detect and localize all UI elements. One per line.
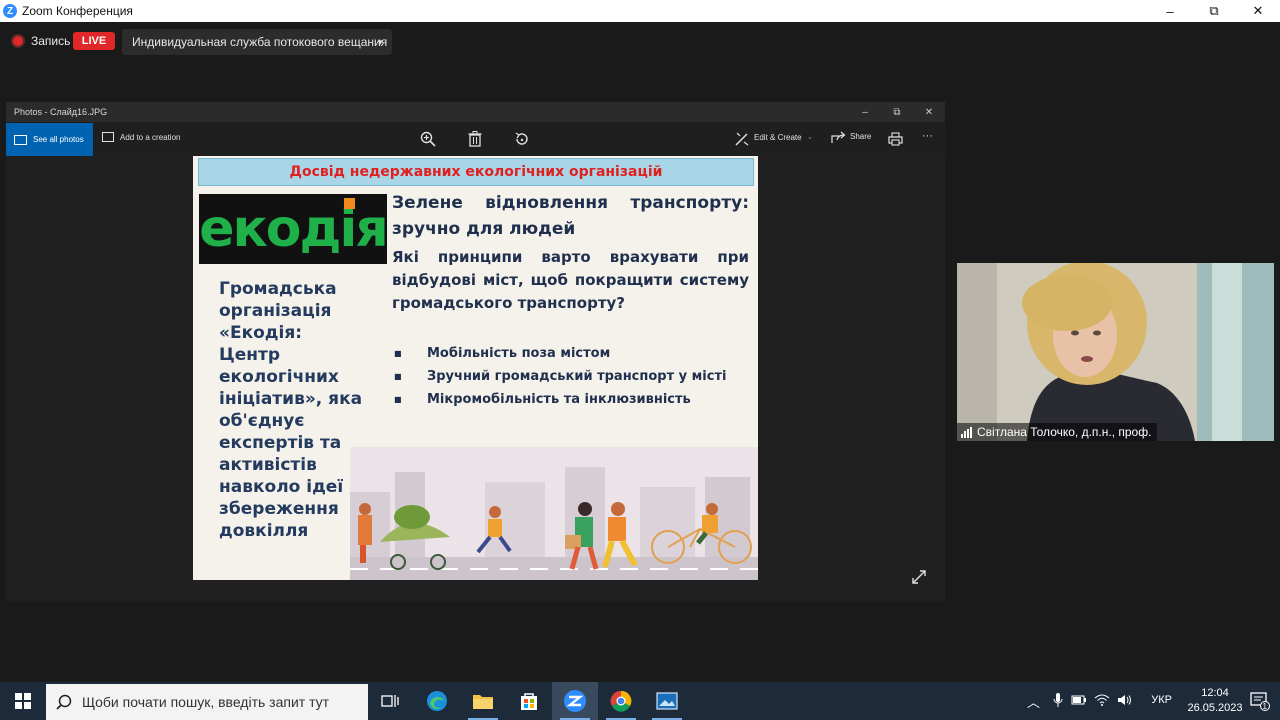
share-button[interactable]: Share xyxy=(850,132,871,141)
edge-icon xyxy=(427,691,447,711)
zoom-titlebar: Z Zoom Конференция – ⧉ ✕ xyxy=(0,0,1280,22)
add-to-creation-button[interactable]: Add to a creation xyxy=(102,132,180,142)
battery-icon[interactable] xyxy=(1071,694,1087,709)
clock-date: 26.05.2023 xyxy=(1187,702,1243,714)
share-icon xyxy=(829,128,847,146)
participant-name-label: Світлана Толочко, д.п.н., проф. xyxy=(957,423,1158,441)
file-explorer-app[interactable] xyxy=(460,682,506,720)
window-controls: – ⧉ ✕ xyxy=(1148,0,1280,22)
print-icon[interactable] xyxy=(886,130,904,148)
expand-icon[interactable] xyxy=(912,570,926,589)
slide-heading: Зелене відновлення транспорту: зручно дл… xyxy=(392,193,749,239)
store-icon xyxy=(521,693,537,710)
rotate-icon[interactable] xyxy=(513,130,531,148)
chevron-down-icon[interactable]: ⌄ xyxy=(807,133,813,141)
stream-service-dropdown[interactable]: Индивидуальная служба потокового вещания… xyxy=(122,29,392,55)
meeting-status-bar: Запись LIVE Индивидуальная служба потоко… xyxy=(0,22,1280,60)
photos-restore-button[interactable]: ⧉ xyxy=(881,102,913,122)
photos-titlebar: Photos - Слайд16.JPG – ⧉ ✕ xyxy=(6,102,945,122)
edge-app[interactable] xyxy=(414,682,460,720)
photos-app[interactable] xyxy=(644,682,690,720)
taskbar-search-input[interactable]: Щоби почати пошук, введіть запит тут xyxy=(46,684,368,720)
add-creation-icon xyxy=(102,132,114,142)
zoom-app[interactable] xyxy=(552,682,598,720)
clock[interactable]: 12:04 26.05.2023 xyxy=(1180,686,1250,716)
bullet-icon: ■ xyxy=(394,395,402,404)
organization-description: Громадська організація «Екодія: Центр ек… xyxy=(219,279,363,541)
photos-window-controls: – ⧉ ✕ xyxy=(849,102,945,122)
store-app[interactable] xyxy=(506,682,552,720)
recording-label[interactable]: Запись xyxy=(31,34,70,48)
window-title: Zoom Конференция xyxy=(22,4,133,18)
list-item: ■ Мобільність поза містом xyxy=(392,342,749,365)
chrome-app[interactable] xyxy=(598,682,644,720)
slide-header: Досвід недержавних екологічних організац… xyxy=(198,158,754,186)
volume-icon[interactable] xyxy=(1117,694,1133,709)
chrome-icon xyxy=(610,690,632,712)
zoom-logo-icon: Z xyxy=(3,4,17,18)
logo-text: екодія xyxy=(199,199,388,259)
zoom-in-icon[interactable] xyxy=(419,130,437,148)
windows-logo-icon xyxy=(15,693,31,709)
wifi-icon[interactable] xyxy=(1094,694,1110,709)
participant-name: Світлана Толочко, д.п.н., проф. xyxy=(977,425,1152,439)
list-item: ■ Зручний громадський транспорт у місті xyxy=(392,365,749,388)
edit-create-button[interactable]: Edit & Create xyxy=(754,133,802,142)
recording-icon xyxy=(13,36,23,46)
slide-image: Досвід недержавних екологічних організац… xyxy=(193,156,758,580)
start-button[interactable] xyxy=(0,682,46,720)
task-view-icon xyxy=(381,695,399,707)
notification-count: 1 xyxy=(1262,702,1267,711)
minimize-button[interactable]: – xyxy=(1148,0,1192,22)
see-all-photos-label: See all photos xyxy=(33,135,84,144)
clock-time: 12:04 xyxy=(1201,687,1229,699)
chevron-down-icon: ▼ xyxy=(376,37,384,47)
stream-service-label: Индивидуальная служба потокового вещания xyxy=(132,35,388,49)
slide-question: Які принципи варто врахувати при відбудо… xyxy=(392,248,749,312)
add-to-creation-label: Add to a creation xyxy=(120,132,181,142)
ekodiya-logo: екодія xyxy=(199,194,389,264)
chevron-up-icon[interactable]: ︿ xyxy=(1027,692,1040,711)
bullet-text: Мобільність поза містом xyxy=(427,346,611,361)
folder-icon xyxy=(473,695,493,709)
photos-window-title: Photos - Слайд16.JPG xyxy=(14,107,108,117)
photos-icon xyxy=(656,692,678,710)
close-button[interactable]: ✕ xyxy=(1236,0,1280,22)
photos-toolbar: See all photos Add to a creation Edit & … xyxy=(6,122,945,156)
participant-video-frame xyxy=(957,263,1274,441)
participant-video-tile[interactable]: Світлана Толочко, д.п.н., проф. xyxy=(957,263,1274,441)
photos-minimize-button[interactable]: – xyxy=(849,102,881,122)
bullet-text: Зручний громадський транспорт у місті xyxy=(427,369,727,384)
city-transport-illustration xyxy=(350,447,758,580)
more-options-button[interactable]: ··· xyxy=(922,130,933,142)
gallery-icon xyxy=(14,134,27,145)
photos-close-button[interactable]: ✕ xyxy=(913,102,945,122)
delete-icon[interactable] xyxy=(466,130,484,148)
logo-dot xyxy=(344,198,355,209)
signal-strength-icon xyxy=(961,426,972,438)
microphone-icon[interactable] xyxy=(1053,692,1063,711)
bullet-icon: ■ xyxy=(394,372,402,381)
live-badge[interactable]: LIVE xyxy=(73,32,115,50)
maximize-button[interactable]: ⧉ xyxy=(1192,0,1236,22)
search-icon xyxy=(56,694,72,710)
task-view-button[interactable] xyxy=(367,682,413,720)
search-placeholder: Щоби почати пошук, введіть запит тут xyxy=(82,694,330,710)
list-item: ■ Мікромобільність та інклюзивність xyxy=(392,388,749,411)
bullet-list: ■ Мобільність поза містом ■ Зручний громад… xyxy=(392,342,749,411)
zoom-icon xyxy=(564,690,586,712)
bullet-text: Мікромобільність та інклюзивність xyxy=(427,392,691,407)
notification-center-icon[interactable] xyxy=(1250,691,1270,714)
windows-taskbar: Щоби почати пошук, введіть запит тут ︿ У… xyxy=(0,682,1280,720)
shared-screen-photos-window: Photos - Слайд16.JPG – ⧉ ✕ See all photo… xyxy=(6,102,945,602)
bullet-icon: ■ xyxy=(394,349,402,358)
edit-create-icon xyxy=(733,130,751,148)
language-indicator[interactable]: УКР xyxy=(1151,694,1172,706)
see-all-photos-button[interactable]: See all photos xyxy=(6,123,93,156)
